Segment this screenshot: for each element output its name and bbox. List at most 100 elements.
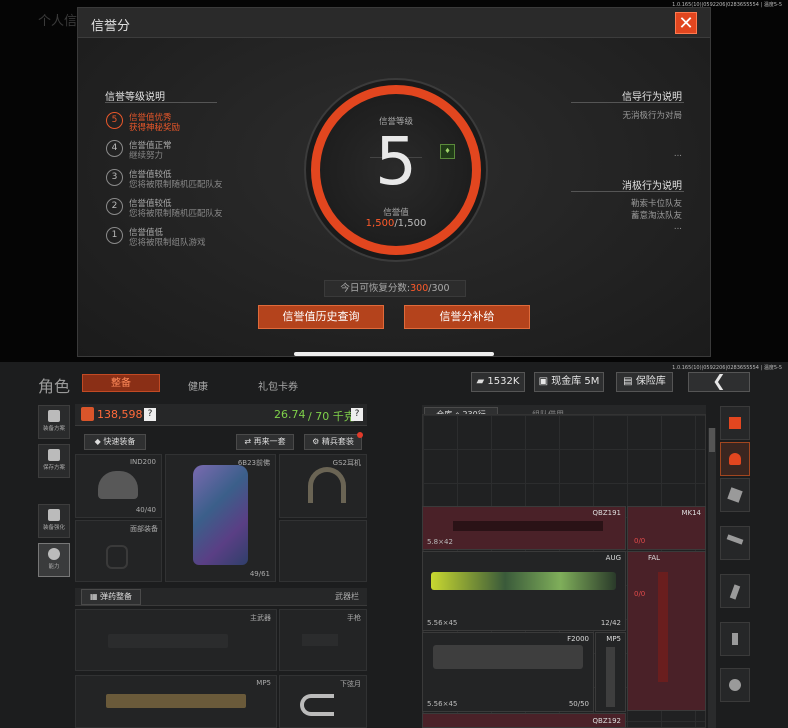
item-caliber: 5.8×42 <box>427 538 453 546</box>
face-slot[interactable]: 面部装备 <box>75 520 162 582</box>
item-name: MK14 <box>681 509 701 517</box>
melee-slot[interactable]: 下弦月 <box>279 675 367 728</box>
item-amount: 0/0 <box>634 537 646 545</box>
scrollbar-thumb[interactable] <box>709 428 715 452</box>
warehouse-item-qbz191[interactable]: QBZ191 5.8×42 <box>422 506 626 550</box>
category-magazine[interactable] <box>720 574 750 608</box>
credit-value-max: /1,500 <box>394 218 427 229</box>
level-number: 1 <box>106 227 123 244</box>
category-misc[interactable] <box>720 668 750 702</box>
cash-vault-button[interactable]: ▣ 现金库 5M <box>534 372 604 392</box>
pistol-slot[interactable]: 手枪 <box>279 609 367 671</box>
side-save-button[interactable]: 保存方案 <box>38 444 70 478</box>
side-loadout-button[interactable]: 装备方案 <box>38 405 70 439</box>
help-icon[interactable]: ? <box>144 408 156 421</box>
item-amount: 0/0 <box>634 590 646 598</box>
primary-weapon-slot[interactable]: 主武器 <box>75 609 277 671</box>
tab-equip[interactable]: 整备 <box>82 374 160 392</box>
headset-slot[interactable]: GS2耳机 <box>279 454 367 518</box>
armor-slot[interactable]: 6B23前佛 49/61 <box>165 454 276 582</box>
smg-vertical-icon <box>606 647 615 707</box>
safe-box-button[interactable]: ▤ 保险库 <box>616 372 673 392</box>
weapon-bar-label: 武器栏 <box>335 592 359 601</box>
good-behavior-item: 无消极行为对局 <box>622 111 682 121</box>
good-behavior-heading: 信导行为说明 <box>622 92 682 103</box>
warehouse-item-mp5[interactable]: MP5 <box>595 632 626 712</box>
tab-gift-coupons[interactable]: 礼包卡券 <box>250 378 306 393</box>
modal-header: 信誉分 ✕ <box>78 8 710 38</box>
bad-behavior-heading: 消极行为说明 <box>622 181 682 192</box>
level-item-4: 4 信誉值正常 继续努力 <box>106 139 266 163</box>
item-name: AUG <box>605 554 621 562</box>
item-amount: 12/42 <box>600 619 621 627</box>
safe-icon: ▤ <box>623 376 636 387</box>
box-icon <box>729 417 741 429</box>
item-name: FAL <box>648 554 661 562</box>
slot-durability: 49/61 <box>249 570 270 578</box>
tab-health[interactable]: 健康 <box>173 378 223 393</box>
item-name: QBZ191 <box>592 509 621 517</box>
modal-title: 信誉分 <box>91 19 131 34</box>
more-ellipsis: ... <box>673 149 682 159</box>
history-button[interactable]: 信誉值历史查询 <box>258 305 384 329</box>
level-item-1: 1 信誉值低 您将被限制组队游戏 <box>106 226 266 250</box>
category-accessory[interactable] <box>720 478 750 512</box>
empty-slot[interactable] <box>279 520 367 582</box>
supply-button[interactable]: 信誉分补给 <box>404 305 530 329</box>
weight-help-icon[interactable]: ? <box>351 408 363 421</box>
warehouse-item-mk14[interactable]: MK14 0/0 <box>627 506 706 550</box>
credit-value-current: 1,500 <box>365 218 395 229</box>
helmet-icon <box>48 509 60 521</box>
cash-vault-label: 现金库 5M <box>551 376 600 387</box>
slot-name: 下弦月 <box>340 680 361 688</box>
badge-icon: ♦ <box>440 144 455 159</box>
slot-name: GS2耳机 <box>332 459 361 467</box>
value-icon <box>81 407 94 421</box>
loadout-header: 138,598 ? 26.74 / 70 千克 ? <box>75 404 367 426</box>
warehouse-item-fal[interactable]: FAL 0/0 <box>627 551 706 711</box>
level-number: 2 <box>106 198 123 215</box>
ammo-prep-label: 弹药整备 <box>100 592 133 601</box>
rifle-icon <box>431 572 616 590</box>
secondary-weapon-slot[interactable]: MP5 <box>75 675 277 728</box>
chevron-left-icon: ❮ <box>712 371 726 390</box>
divider <box>571 102 684 103</box>
scrollbar[interactable] <box>708 428 716 728</box>
helmet-slot[interactable]: IND200 40/40 <box>75 454 162 518</box>
close-button[interactable]: ✕ <box>675 12 697 34</box>
currency-display[interactable]: ▰ 1532K <box>471 372 525 392</box>
warehouse-item-qbz192[interactable]: QBZ192 <box>422 713 626 728</box>
bad-behavior-item: 蓄意淘汰队友 <box>630 211 682 221</box>
credit-value-label: 信誉值 <box>383 208 409 218</box>
loadout-value: 138,598 <box>97 408 143 421</box>
credit-dial: 信誉等级 5 信誉值 1,500/1,500 <box>311 85 481 255</box>
again-one-button[interactable]: ⇄ 再来一套 <box>236 434 294 450</box>
inventory-screen: 1.0.165(10)|0592206|0283655554 | 温度5-5 角… <box>0 362 788 728</box>
item-caliber: 5.56×45 <box>427 700 458 708</box>
quick-equip-button[interactable]: ◆ 快速装备 <box>84 434 146 450</box>
background-title: 个人信 <box>38 14 78 29</box>
warehouse-item-f2000[interactable]: F2000 5.56×45 50/50 <box>422 632 594 712</box>
weight-max: / 70 千克 <box>308 410 355 423</box>
category-helmet[interactable] <box>720 442 750 476</box>
level-number: 3 <box>106 169 123 186</box>
side-ability-button[interactable]: 能力 <box>38 543 70 577</box>
slot-name: 面部装备 <box>130 525 158 533</box>
back-button[interactable]: ❮ <box>688 372 750 392</box>
elite-set-button[interactable]: ⚙ 精兵套装 <box>304 434 362 450</box>
slot-name: MP5 <box>256 679 271 687</box>
home-indicator <box>294 352 494 356</box>
more-ellipsis: ... <box>673 222 682 232</box>
smg-icon <box>106 694 246 708</box>
side-enhance-button[interactable]: 装备强化 <box>38 504 70 538</box>
category-rifle[interactable] <box>720 526 750 560</box>
level-item-2: 2 信誉值较低 您将被限制随机匹配队友 <box>106 197 266 221</box>
helmet-cat-icon <box>729 453 741 465</box>
category-all[interactable] <box>720 406 750 440</box>
side-label: 能力 <box>48 564 60 570</box>
ammo-cat-icon <box>732 633 738 645</box>
category-ammo[interactable] <box>720 622 750 656</box>
recover-points: 今日可恢复分数:300/300 <box>324 280 466 297</box>
warehouse-item-aug[interactable]: AUG 5.56×45 12/42 <box>422 551 626 631</box>
ammo-prep-button[interactable]: ▦ 弹药整备 <box>81 589 141 605</box>
